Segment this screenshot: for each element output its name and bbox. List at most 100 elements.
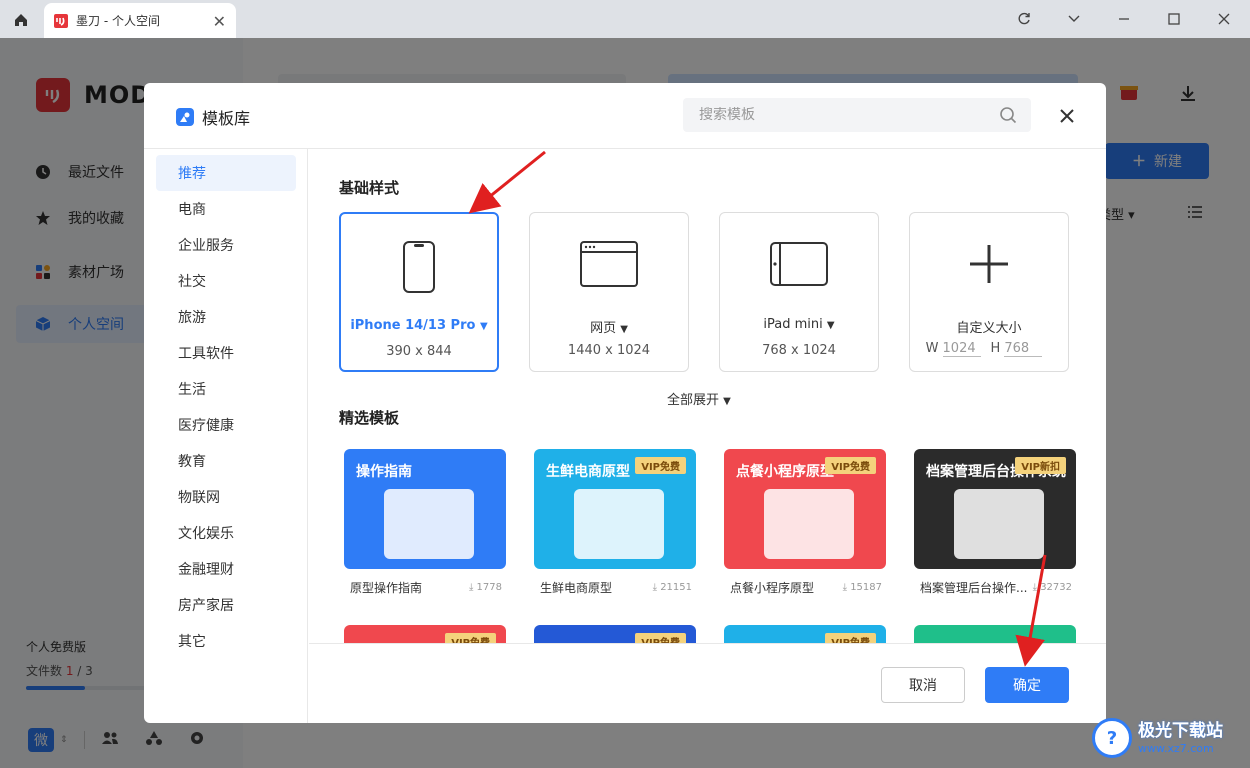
thumbnail-title: 点餐小程序原型 [736,464,834,480]
tab-title: 墨刀 - 个人空间 [76,14,160,28]
thumbnail-preview [574,489,664,559]
thumbnail-title: 操作指南 [356,464,412,480]
download-count: ⤓ 15187 [842,582,882,593]
vip-badge: VIP新扣 [1015,457,1066,474]
category-item[interactable]: 其它 [156,623,296,659]
template-card[interactable]: 档案管理后台操作系统 VIP新扣档案管理后台操作... ⤓ 32732 [914,449,1076,596]
download-count-value: 32732 [1040,582,1072,593]
device-size: 1440 x 1024 [567,343,651,358]
device-name[interactable]: iPhone 14/13 Pro ▼ [341,318,497,333]
plus-icon [910,239,1068,289]
featured-templates-title: 精选模板 [339,409,400,427]
browser-window-icon [530,239,688,289]
category-item[interactable]: 电商 [156,191,296,227]
custom-size-inputs: W 1024 H 768 [910,341,1068,357]
template-content: 基础样式 iPhone 14/13 Pro ▼ 390 x 844 网页 ▼ 1… [309,149,1106,643]
width-label: W [925,341,939,356]
window-close-icon[interactable] [1210,8,1238,30]
device-name-text: iPad mini [763,317,823,332]
maximize-icon[interactable] [1160,8,1188,30]
modal-title-text: 模板库 [202,109,251,128]
template-card-partial[interactable] [914,625,1076,643]
refresh-icon[interactable] [1010,8,1038,30]
download-count: ⤓ 32732 [1032,582,1072,593]
template-card[interactable]: 点餐小程序原型 VIP免费 点餐小程序原型 ⤓ 15187 [724,449,886,596]
home-icon[interactable] [8,8,34,32]
category-item[interactable]: 金融理财 [156,551,296,587]
device-web-card[interactable]: 网页 ▼ 1440 x 1024 [529,212,689,372]
vip-badge: VIP免费 [825,457,876,474]
device-name-text: iPhone 14/13 Pro [350,318,476,333]
modal-title: 模板库 [176,105,250,129]
device-iphone-card[interactable]: iPhone 14/13 Pro ▼ 390 x 844 [339,212,499,372]
template-card[interactable]: 生鲜电商原型 VIP免费 生鲜电商原型 ⤓ 21151 [534,449,696,596]
template-name: 点餐小程序原型 [730,581,815,595]
caret-down-icon: ▼ [826,320,835,331]
watermark-logo-icon: ? [1092,718,1132,758]
modal-header: 模板库 [144,83,1106,149]
tablet-icon [720,239,878,289]
browser-tab-bar: 墨刀 - 个人空间 ✕ [0,0,1250,38]
confirm-button[interactable]: 确定 [985,667,1069,703]
template-card[interactable]: 操作指南原型操作指南 ⤓ 1778 [344,449,506,596]
category-item[interactable]: 文化娱乐 [156,515,296,551]
category-item[interactable]: 物联网 [156,479,296,515]
template-name: 原型操作指南 [350,581,423,595]
template-card-partial[interactable]: VIP免费 [344,625,506,643]
vip-badge: VIP免费 [445,633,496,643]
template-library-icon [176,108,194,126]
template-card-partial[interactable]: VIP免费 [534,625,696,643]
expand-all-button[interactable]: 全部展开 ▼ [667,389,731,408]
vip-badge: VIP免费 [635,633,686,643]
category-item[interactable]: 医疗健康 [156,407,296,443]
width-input[interactable]: 1024 [942,341,981,357]
expand-all-label: 全部展开 [667,393,720,408]
template-meta: 档案管理后台操作... ⤓ 32732 [914,579,1076,596]
caret-down-icon: ▼ [479,321,488,332]
device-ipad-card[interactable]: iPad mini ▼ 768 x 1024 [719,212,879,372]
category-item[interactable]: 社交 [156,263,296,299]
template-search[interactable] [683,98,1031,132]
search-icon[interactable] [999,106,1017,128]
height-label: H [990,341,1001,356]
category-item[interactable]: 企业服务 [156,227,296,263]
download-count-value: 1778 [476,582,502,593]
template-meta: 点餐小程序原型 ⤓ 15187 [724,579,886,596]
category-item[interactable]: 生活 [156,371,296,407]
template-search-input[interactable] [699,107,989,123]
category-item[interactable]: 教育 [156,443,296,479]
chevron-down-icon[interactable] [1060,8,1088,30]
category-item[interactable]: 工具软件 [156,335,296,371]
device-name-text: 网页 [590,321,617,336]
minimize-icon[interactable] [1110,8,1138,30]
category-item[interactable]: 旅游 [156,299,296,335]
phone-icon [341,240,497,294]
vip-badge: VIP免费 [825,633,876,643]
device-custom-card[interactable]: 自定义大小 W 1024 H 768 [909,212,1069,372]
template-thumbnail[interactable]: 操作指南 [344,449,506,569]
modao-favicon-icon [54,13,68,28]
device-size: 768 x 1024 [762,343,836,358]
template-card-partial[interactable]: VIP免费 [724,625,886,643]
tab-close-icon[interactable]: ✕ [213,12,226,31]
modal-close-icon[interactable] [1054,103,1080,129]
template-thumbnail[interactable]: 点餐小程序原型 VIP免费 [724,449,886,569]
device-name[interactable]: iPad mini ▼ [720,317,878,332]
template-library-modal: 模板库 推荐电商企业服务社交旅游工具软件生活医疗健康教育物联网文化娱乐金融理财房… [144,83,1106,723]
caret-down-icon: ▼ [620,324,628,335]
template-name: 档案管理后台操作... [920,581,1028,595]
template-thumbnail[interactable]: 生鲜电商原型 VIP免费 [534,449,696,569]
cancel-button[interactable]: 取消 [881,667,965,703]
category-item[interactable]: 推荐 [156,155,296,191]
height-input[interactable]: 768 [1004,341,1043,357]
download-count: ⤓ 1778 [468,582,502,593]
device-size: 390 x 844 [386,344,452,359]
download-count-value: 15187 [850,582,882,593]
watermark-line1: 极光下载站 [1138,720,1223,741]
watermark-text: 极光下载站 www.xz7.com [1138,720,1223,754]
device-name[interactable]: 网页 ▼ [530,317,688,336]
modal-footer: 取消 确定 [309,643,1106,723]
category-item[interactable]: 房产家居 [156,587,296,623]
template-thumbnail[interactable]: 档案管理后台操作系统 VIP新扣 [914,449,1076,569]
browser-tab[interactable]: 墨刀 - 个人空间 ✕ [44,3,236,38]
